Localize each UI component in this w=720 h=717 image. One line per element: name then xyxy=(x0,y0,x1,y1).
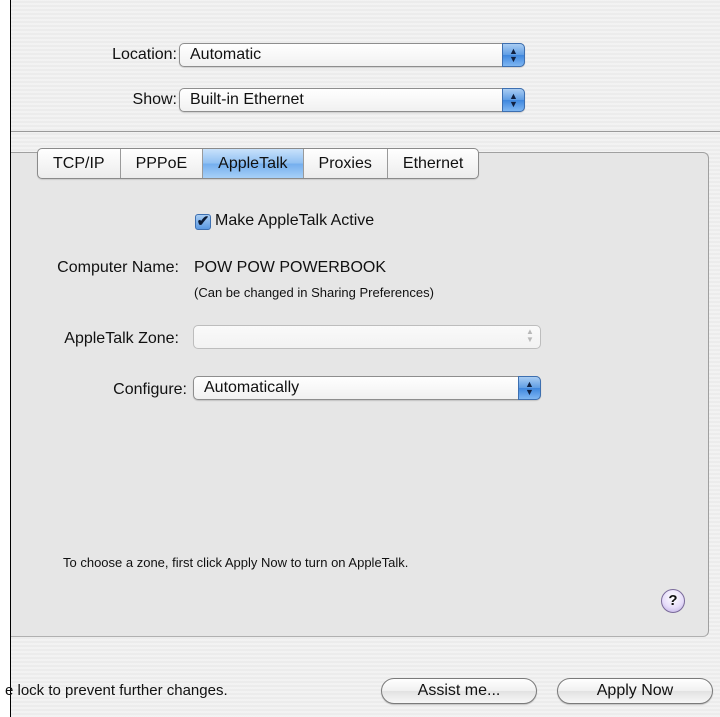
zone-hint-text: To choose a zone, first click Apply Now … xyxy=(63,555,409,570)
computer-name-note: (Can be changed in Sharing Preferences) xyxy=(194,285,434,300)
location-popup[interactable]: Automatic ▲ ▼ xyxy=(179,43,525,67)
popup-arrows-icon: ▲ ▼ xyxy=(518,376,541,400)
tab-bar: TCP/IP PPPoE AppleTalk Proxies Ethernet xyxy=(37,148,480,179)
tab-proxies[interactable]: Proxies xyxy=(304,149,388,178)
tab-tcpip[interactable]: TCP/IP xyxy=(38,149,121,178)
popup-arrows-icon: ▲ ▼ xyxy=(502,43,525,67)
show-popup[interactable]: Built-in Ethernet ▲ ▼ xyxy=(179,88,525,112)
divider xyxy=(11,131,720,132)
make-appletalk-active-checkbox[interactable]: ✔ xyxy=(195,214,211,230)
apply-now-button[interactable]: Apply Now xyxy=(557,678,713,704)
show-value: Built-in Ethernet xyxy=(190,91,304,108)
configure-value: Automatically xyxy=(204,379,300,396)
appletalk-zone-popup[interactable]: ▲ ▼ xyxy=(193,325,541,349)
tab-pppoe[interactable]: PPPoE xyxy=(121,149,204,178)
location-label: Location: xyxy=(112,46,177,63)
make-appletalk-active-label: Make AppleTalk Active xyxy=(215,212,375,229)
tab-appletalk[interactable]: AppleTalk xyxy=(203,149,304,178)
popup-arrows-icon: ▲ ▼ xyxy=(502,88,525,112)
assist-me-button[interactable]: Assist me... xyxy=(381,678,537,704)
popup-arrows-icon: ▲ ▼ xyxy=(526,327,534,344)
checkmark-icon: ✔ xyxy=(196,213,210,230)
show-label: Show: xyxy=(132,91,177,108)
lock-text: e lock to prevent further changes. xyxy=(5,682,228,699)
computer-name-label: Computer Name: xyxy=(57,259,179,276)
computer-name-value: POW POW POWERBOOK xyxy=(194,259,387,276)
network-preferences-window: Location: Automatic ▲ ▼ Show: Built-in Et… xyxy=(5,0,720,717)
appletalk-zone-label: AppleTalk Zone: xyxy=(64,330,179,347)
tab-ethernet[interactable]: Ethernet xyxy=(388,149,478,178)
help-icon[interactable]: ? xyxy=(661,589,685,613)
configure-popup[interactable]: Automatically ▲ ▼ xyxy=(193,376,541,400)
location-value: Automatic xyxy=(190,46,262,63)
configure-label: Configure: xyxy=(113,381,187,398)
